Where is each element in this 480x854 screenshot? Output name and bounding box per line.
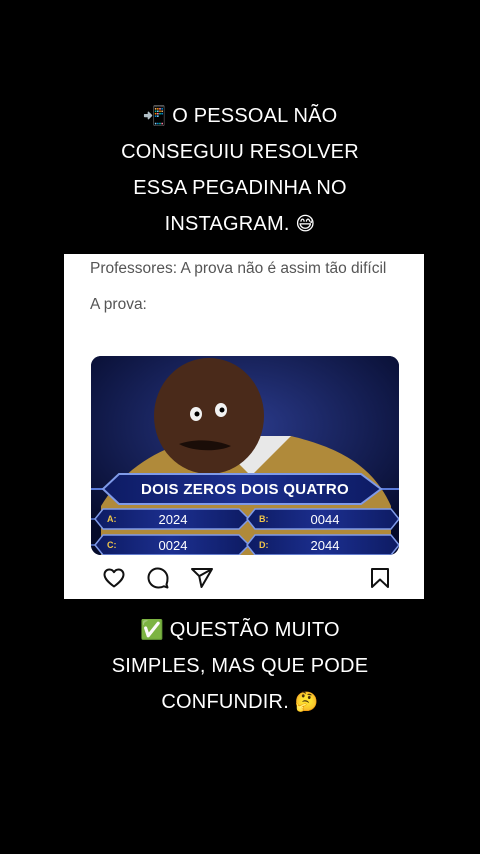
answer-b: B: 0044 (259, 511, 340, 527)
caption-bottom: ✅ QUESTÃO MUITO SIMPLES, MAS QUE PODE CO… (0, 612, 480, 720)
phone-arrow-emoji: 📲 (142, 105, 167, 127)
instagram-post: Professores: A prova não é assim tão dif… (64, 254, 424, 599)
heart-icon[interactable] (102, 566, 126, 590)
caption-top-line-3: ESSA PEGADINHA NO (133, 177, 347, 199)
bookmark-icon[interactable] (368, 566, 392, 590)
caption-top-line-4: INSTAGRAM. 😅 (164, 213, 316, 235)
answer-a: A: 2024 (107, 511, 188, 527)
caption-bottom-line-2: SIMPLES, MAS QUE PODE (111, 655, 369, 677)
post-text-line-1: Professores: A prova não é assim tão dif… (90, 260, 387, 277)
share-icon[interactable] (190, 566, 214, 590)
comment-icon[interactable] (146, 566, 170, 590)
meme-image: DOIS ZEROS DOIS QUATRO A: 2024 B: 0044 C… (91, 356, 399, 555)
thinking-face-emoji: 🤔 (294, 691, 319, 713)
caption-top-line-1: 📲 O PESSOAL NÃO (142, 105, 338, 127)
post-actions (102, 566, 394, 590)
caption-top-line-2: CONSEGUIU RESOLVER (121, 141, 359, 163)
answer-c: C: 0024 (107, 537, 188, 553)
quiz-question: DOIS ZEROS DOIS QUATRO (140, 480, 349, 498)
answer-d: D: 2044 (259, 537, 340, 553)
post-text: Professores: A prova não é assim tão dif… (90, 256, 400, 318)
post-text-line-2: A prova: (90, 296, 147, 313)
check-mark-emoji: ✅ (140, 619, 165, 641)
caption-bottom-line-3: CONFUNDIR. 🤔 (161, 691, 319, 713)
caption-top: 📲 O PESSOAL NÃO CONSEGUIU RESOLVER ESSA … (0, 98, 480, 242)
caption-bottom-line-1: ✅ QUESTÃO MUITO (140, 619, 340, 641)
sweat-smile-emoji: 😅 (295, 213, 316, 235)
